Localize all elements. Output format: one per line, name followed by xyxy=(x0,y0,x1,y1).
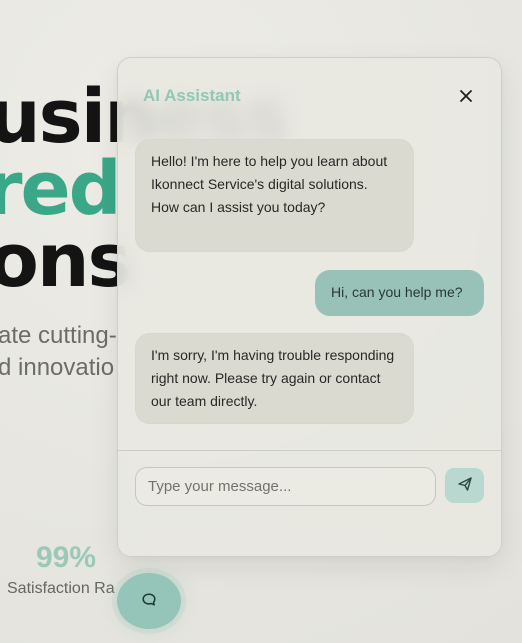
close-icon xyxy=(459,89,473,106)
send-icon xyxy=(457,476,473,495)
chat-title: AI Assistant xyxy=(143,86,241,105)
hero-heading-line-2: red xyxy=(0,146,122,232)
user-message: Hi, can you help me? xyxy=(315,270,484,316)
assistant-message: I'm sorry, I'm having trouble responding… xyxy=(135,333,414,424)
stat-label: Satisfaction Ra xyxy=(7,580,115,597)
chat-panel: AI Assistant Hello! I'm here to help you… xyxy=(117,57,502,557)
hero-heading-line-3: ons xyxy=(0,218,132,304)
message-input[interactable] xyxy=(135,467,436,506)
send-button[interactable] xyxy=(445,468,484,503)
close-button[interactable] xyxy=(455,86,477,108)
input-divider xyxy=(118,450,501,451)
hero-subtitle-line-2: d innovatio xyxy=(0,354,115,381)
assistant-message: Hello! I'm here to help you learn about … xyxy=(135,139,414,252)
chat-bubble-icon xyxy=(140,591,158,612)
chat-launcher-button[interactable] xyxy=(117,573,181,629)
stat-value: 99% xyxy=(36,541,97,574)
hero-subtitle-line-1: ate cutting- xyxy=(0,322,117,349)
